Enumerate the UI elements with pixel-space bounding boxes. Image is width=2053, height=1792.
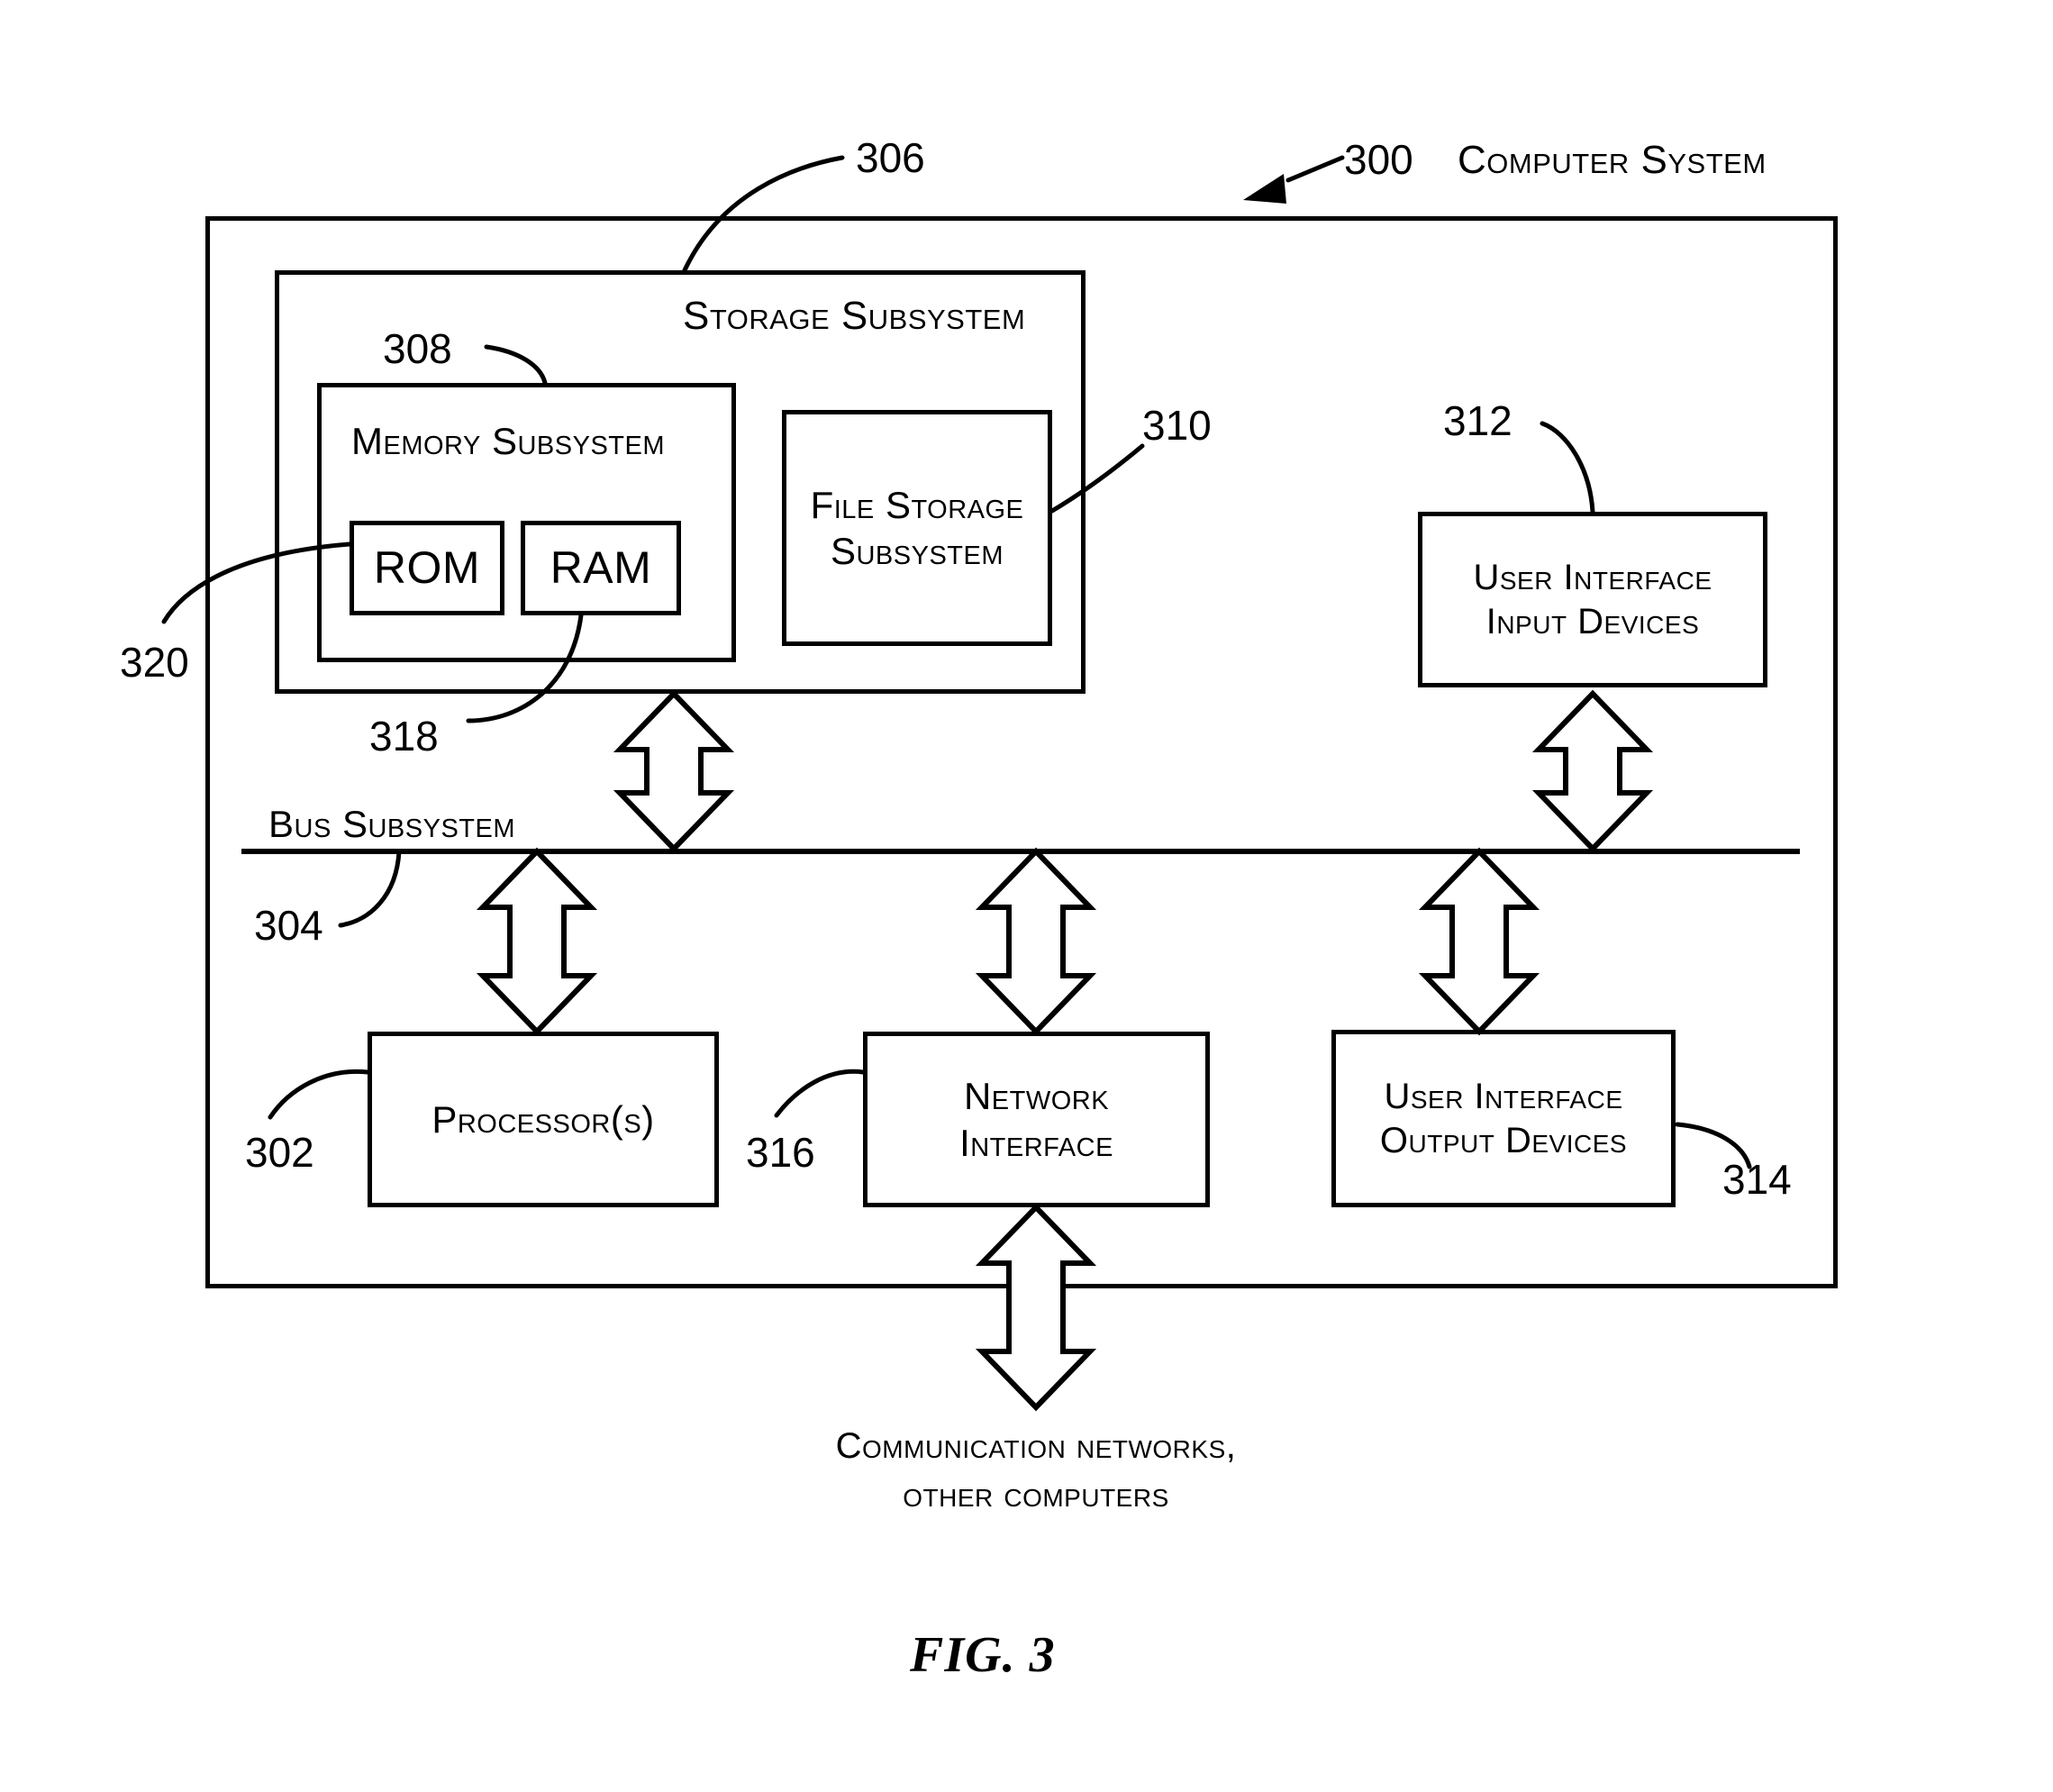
external-networks-line-1: Communication networks, [835,1426,1237,1466]
storage-subsystem-label: Storage Subsystem [683,294,1026,338]
arrowhead-300 [1243,174,1286,204]
rom-box [350,521,504,615]
network-interface-box [863,1032,1210,1207]
ref-318: 318 [369,713,439,760]
processors-box [368,1032,719,1207]
ref-312: 312 [1443,397,1512,444]
bus-subsystem-label: Bus Subsystem [268,803,516,845]
ref-304: 304 [254,902,323,949]
external-networks-caption: Communication networks, other computers [712,1422,1360,1519]
ui-output-devices-box [1331,1030,1676,1207]
patent-figure-page: Storage Subsystem Memory Subsystem ROM R… [0,0,2053,1792]
ref-316: 316 [746,1129,815,1176]
ref-308: 308 [383,325,452,372]
ui-input-devices-box [1418,512,1767,687]
file-storage-subsystem-box [782,410,1052,646]
ref-310: 310 [1142,402,1212,449]
ref-302: 302 [245,1129,314,1176]
ref-320: 320 [120,639,189,686]
bus-subsystem-line [241,849,1800,854]
ref-300: 300 [1344,136,1413,183]
figure-caption: FIG. 3 [910,1627,1056,1683]
leader-300 [1285,155,1345,183]
computer-system-title: Computer System [1458,138,1767,182]
ref-314: 314 [1722,1156,1792,1203]
ram-box [521,521,681,615]
memory-subsystem-label: Memory Subsystem [351,420,666,462]
external-networks-line-2: other computers [903,1475,1169,1515]
ref-306: 306 [856,134,925,181]
